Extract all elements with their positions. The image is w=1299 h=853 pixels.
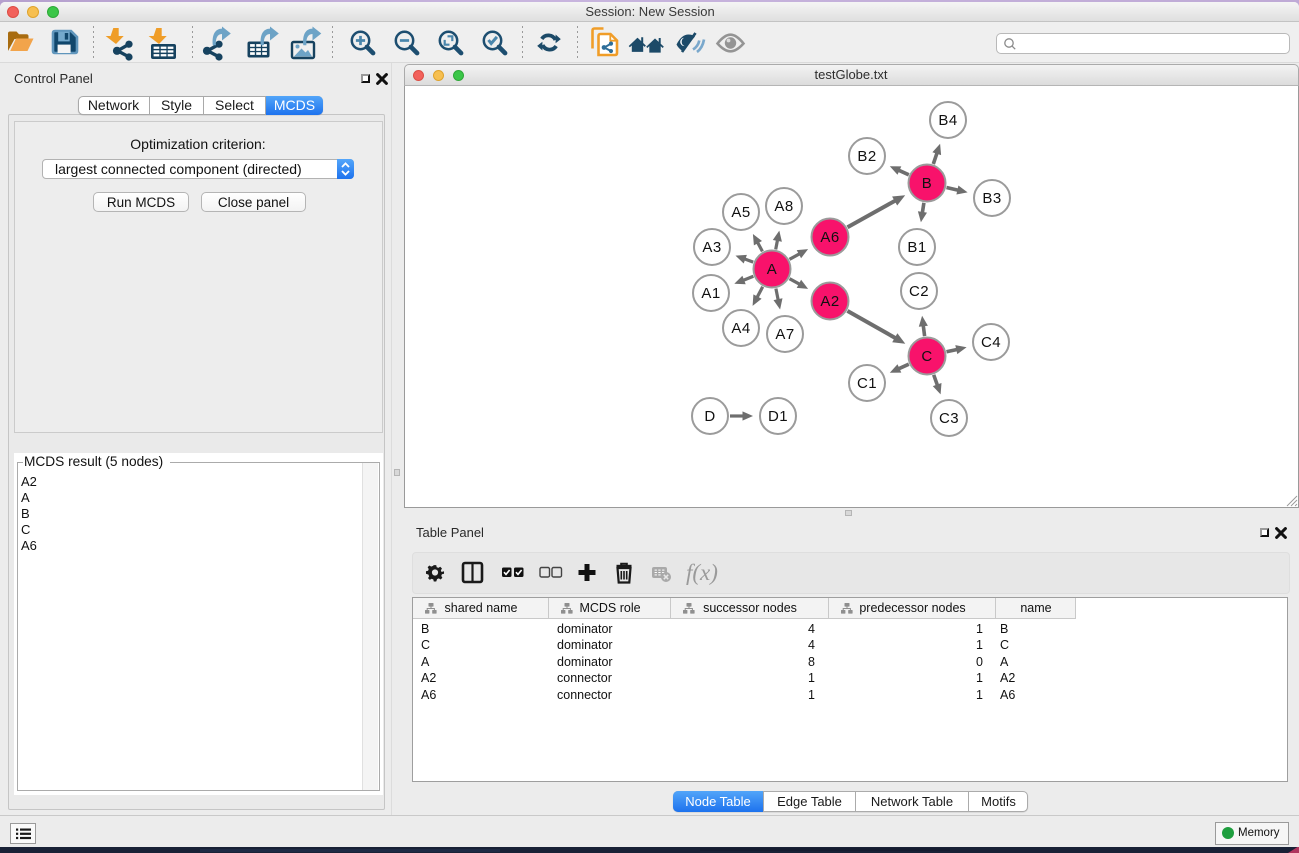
svg-text:f(x): f(x): [686, 560, 718, 585]
